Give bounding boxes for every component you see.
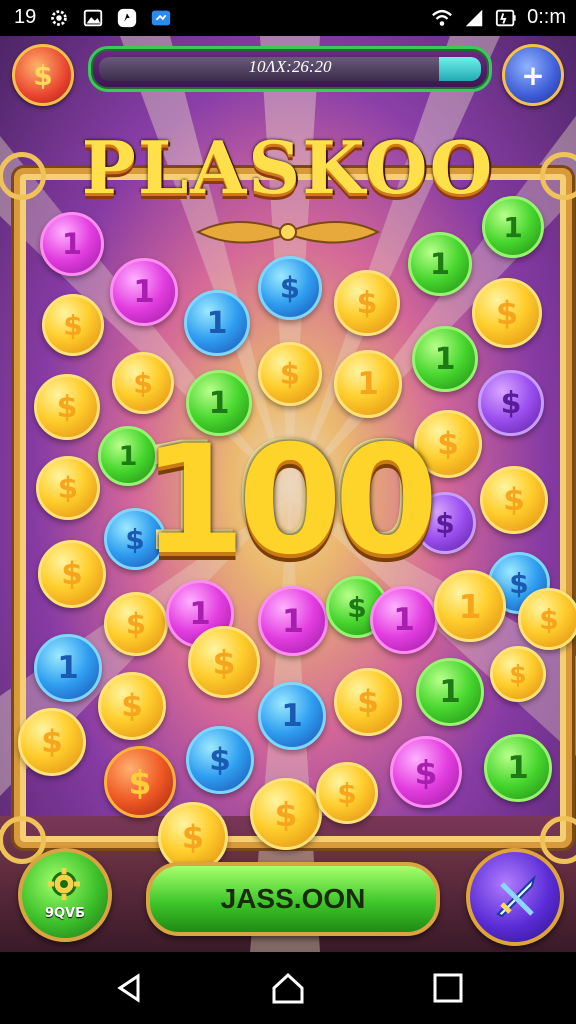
coin-icon: $: [33, 58, 53, 92]
red-coin: $: [104, 746, 176, 818]
settings-label: 9QVБ: [44, 906, 86, 921]
sword-icon: [496, 874, 536, 918]
settings-gear-icon: [48, 7, 70, 29]
blue-coin: $: [186, 726, 254, 794]
gold-coin: 1: [334, 350, 402, 418]
gold-coin: $: [250, 778, 322, 850]
recents-icon[interactable]: [430, 970, 466, 1006]
green-coin: 1: [412, 326, 478, 392]
image-icon: [82, 7, 104, 29]
ornament-corner: [0, 152, 46, 200]
signal-icon: [463, 7, 485, 29]
gold-coin: $: [490, 646, 546, 702]
purple-coin: $: [478, 370, 544, 436]
gold-coin: $: [98, 672, 166, 740]
app-icon: [116, 7, 138, 29]
back-icon[interactable]: [112, 970, 148, 1006]
progress-label: 10ɅX:26:20: [248, 57, 332, 76]
gold-coin: $: [472, 278, 542, 348]
status-text: 19: [14, 6, 37, 28]
game-title: PLASKOO: [81, 124, 495, 210]
gold-coin: $: [104, 592, 168, 656]
blue-coin: $: [258, 256, 322, 320]
green-coin: 1: [408, 232, 472, 296]
gold-coin: $: [258, 342, 322, 406]
home-icon[interactable]: [270, 970, 306, 1006]
main-action-button[interactable]: JASS.OON: [146, 862, 440, 936]
progress-bar: 10ɅX:26:20: [88, 46, 492, 92]
battery-icon: [495, 7, 517, 29]
gear-icon: [48, 868, 80, 900]
gold-coin: $: [36, 456, 100, 520]
gold-coin: $: [480, 466, 548, 534]
magenta-coin: $: [390, 736, 462, 808]
green-coin: 1: [416, 658, 484, 726]
navigation-bar: [0, 952, 576, 1024]
gold-coin: $: [334, 270, 400, 336]
wifi-icon: [431, 7, 453, 29]
gold-coin: $: [518, 588, 576, 650]
magenta-coin: 1: [110, 258, 178, 326]
status-bar-left: 19: [14, 6, 172, 29]
status-time: 0::m: [527, 6, 566, 28]
coin-shop-button[interactable]: $: [12, 44, 74, 106]
status-bar: 19 0::m: [0, 0, 576, 36]
settings-button[interactable]: 9QVБ: [18, 848, 112, 942]
gold-coin: $: [38, 540, 106, 608]
app-icon-2: [150, 7, 172, 29]
gold-coin: $: [112, 352, 174, 414]
magenta-coin: 1: [370, 586, 438, 654]
blue-coin: 1: [34, 634, 102, 702]
add-button[interactable]: +: [502, 44, 564, 106]
gold-coin: $: [18, 708, 86, 776]
game-scene: $ 10ɅX:26:20 + PLASKOO 1 $ $ $ $1 $1 1 $ $1 1 $1 $ $…: [0, 36, 576, 952]
magenta-coin: 1: [40, 212, 104, 276]
magenta-coin: 1: [258, 586, 328, 656]
gold-coin: $: [334, 668, 402, 736]
plus-icon: +: [521, 58, 545, 92]
green-coin: 1: [484, 734, 552, 802]
status-bar-right: 0::m: [431, 6, 566, 29]
score-display: 100: [141, 414, 438, 588]
blue-coin: 1: [258, 682, 326, 750]
blue-coin: 1: [184, 290, 250, 356]
gold-coin: $: [188, 626, 260, 698]
gold-coin: $: [34, 374, 100, 440]
gold-coin: $: [316, 762, 378, 824]
gold-coin: $: [42, 294, 104, 356]
gold-coin: 1: [434, 570, 506, 642]
ornament-corner: [540, 152, 576, 200]
title-crest-ornament: [195, 221, 381, 244]
sword-button[interactable]: [466, 848, 564, 946]
green-coin: 1: [482, 196, 544, 258]
